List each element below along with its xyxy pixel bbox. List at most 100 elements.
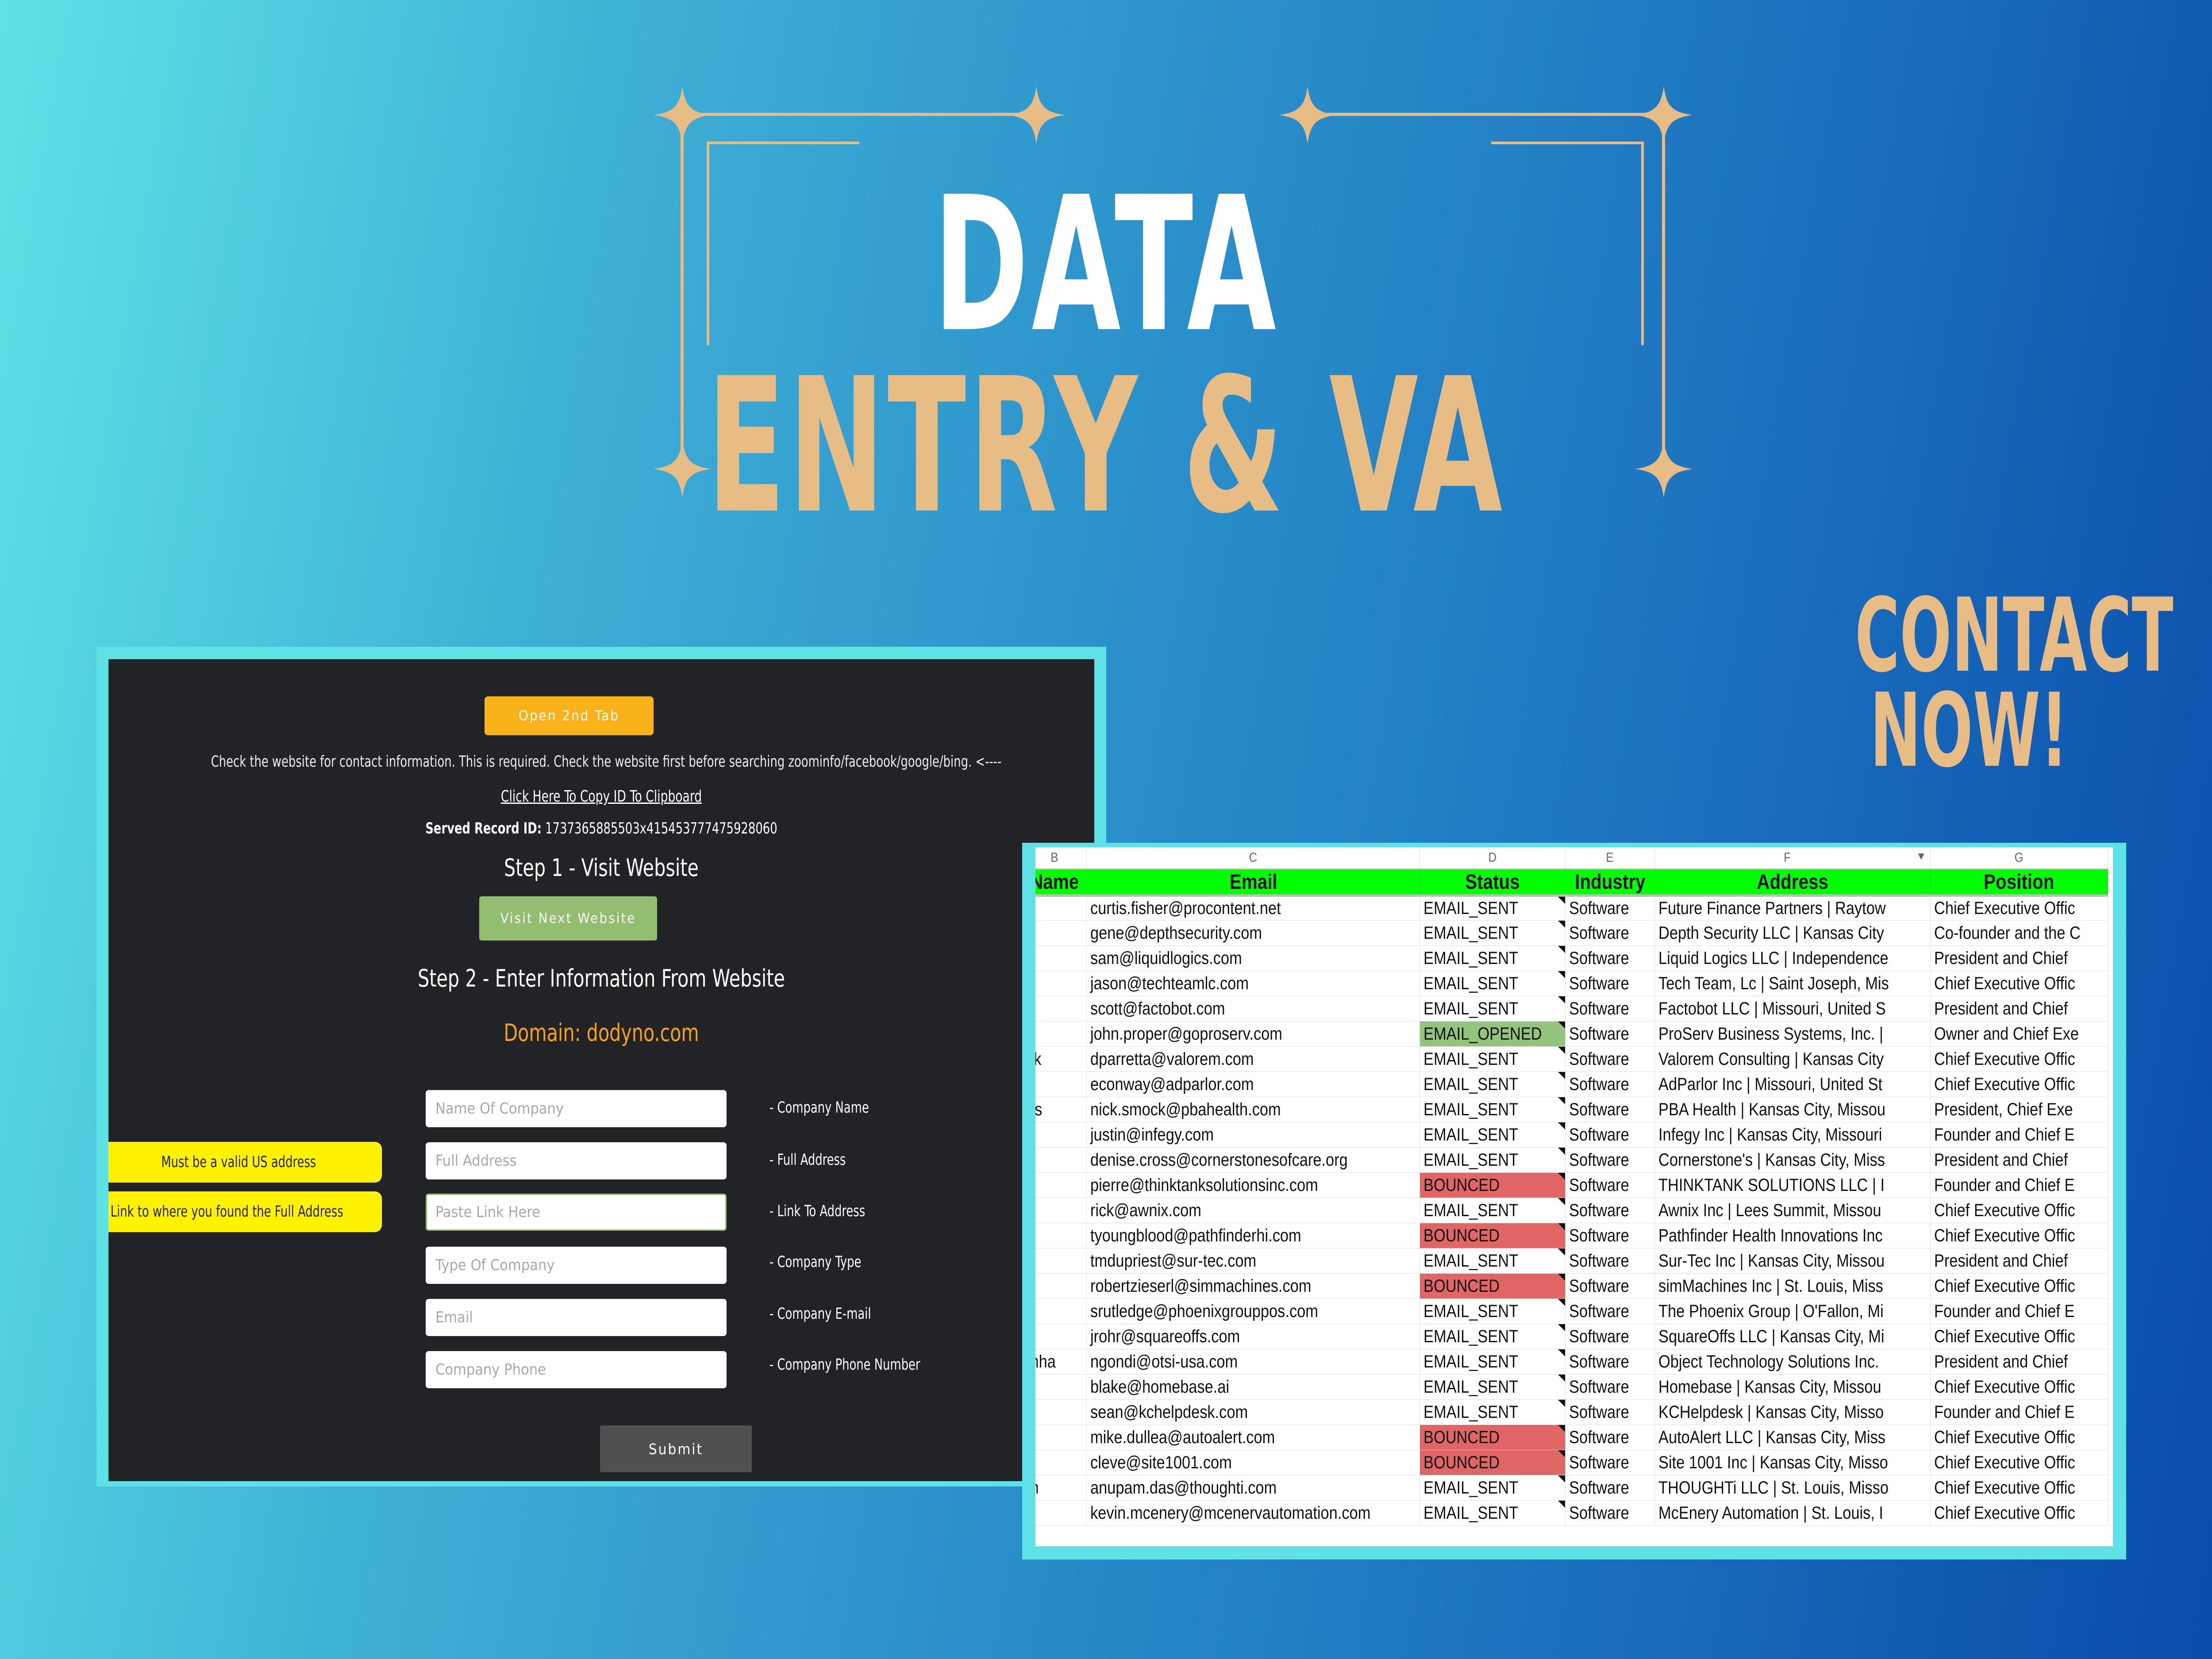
cell-address[interactable]: Infegy Inc | Kansas City, Missouri <box>1654 1122 1931 1148</box>
cell-email[interactable]: scott@factobot.com <box>1086 996 1420 1022</box>
cell-name[interactable] <box>1035 1324 1087 1349</box>
cell-address[interactable]: Future Finance Partners | Raytow <box>1654 895 1931 921</box>
visit-next-website-button[interactable]: Visit Next Website <box>479 896 657 941</box>
cell-status[interactable]: EMAIL_SENT <box>1420 1248 1566 1274</box>
cell-industry[interactable]: Software <box>1565 1273 1655 1299</box>
cell-email[interactable]: jason@techteamlc.com <box>1086 971 1420 996</box>
cell-address[interactable]: KCHelpdesk | Kansas City, Misso <box>1654 1399 1931 1425</box>
cell-address[interactable]: PBA Health | Kansas City, Missou <box>1654 1097 1931 1122</box>
cell-address[interactable]: simMachines Inc | St. Louis, Miss <box>1654 1273 1931 1299</box>
cell-email[interactable]: econway@adparlor.com <box>1086 1071 1420 1097</box>
cell-name[interactable] <box>1035 895 1087 921</box>
cell-industry[interactable]: Software <box>1565 1046 1655 1072</box>
cell-industry[interactable]: Software <box>1565 1071 1655 1097</box>
cell-name[interactable] <box>1035 1071 1087 1097</box>
cell-name[interactable]: as <box>1035 1097 1087 1122</box>
cell-industry[interactable]: Software <box>1565 1198 1655 1223</box>
cell-address[interactable]: Sur-Tec Inc | Kansas City, Missou <box>1654 1248 1931 1274</box>
cell-status[interactable]: EMAIL_SENT <box>1420 1349 1566 1375</box>
cell-address[interactable]: Object Technology Solutions Inc. <box>1654 1349 1931 1375</box>
cell-status[interactable]: BOUNCED <box>1420 1425 1566 1450</box>
cell-position[interactable]: Owner and Chief Exe <box>1930 1021 2108 1047</box>
cell-industry[interactable]: Software <box>1565 1425 1655 1450</box>
cell-industry[interactable]: Software <box>1565 1097 1655 1122</box>
column-letter[interactable]: F ▼ <box>1654 847 1931 869</box>
cell-position[interactable]: President and Chief <box>1930 1248 2108 1274</box>
header-industry[interactable]: Industry <box>1565 868 1655 897</box>
cell-industry[interactable]: Software <box>1565 1248 1655 1274</box>
cell-address[interactable]: McEnery Automation | St. Louis, I <box>1654 1500 1931 1526</box>
cell-position[interactable]: Chief Executive Offic <box>1930 1223 2108 1248</box>
cell-industry[interactable]: Software <box>1565 1399 1655 1425</box>
cell-status[interactable]: EMAIL_SENT <box>1420 945 1566 971</box>
cell-position[interactable]: Chief Executive Offic <box>1930 895 2108 921</box>
cell-address[interactable]: Awnix Inc | Lees Summit, Missou <box>1654 1198 1931 1223</box>
cell-name[interactable] <box>1035 1248 1087 1274</box>
cell-name[interactable] <box>1035 1500 1087 1526</box>
cell-position[interactable]: President, Chief Exe <box>1930 1097 2108 1122</box>
company-email-input[interactable] <box>426 1299 727 1336</box>
cell-name[interactable] <box>1035 920 1087 946</box>
header-status[interactable]: Status <box>1420 868 1566 897</box>
cell-industry[interactable]: Software <box>1565 1349 1655 1375</box>
cell-name[interactable]: mha <box>1035 1349 1087 1375</box>
cell-email[interactable]: justin@infegy.com <box>1086 1122 1420 1148</box>
cell-status[interactable]: BOUNCED <box>1420 1273 1566 1299</box>
cell-position[interactable]: Founder and Chief E <box>1930 1122 2108 1148</box>
cell-email[interactable]: nick.smock@pbahealth.com <box>1086 1097 1420 1122</box>
cell-name[interactable] <box>1035 1450 1087 1475</box>
cell-address[interactable]: SquareOffs LLC | Kansas City, Mi <box>1654 1324 1931 1349</box>
cell-address[interactable]: Tech Team, Lc | Saint Joseph, Mis <box>1654 971 1931 996</box>
cell-status[interactable]: EMAIL_SENT <box>1420 996 1566 1022</box>
cell-position[interactable]: President and Chief <box>1930 945 2108 971</box>
cell-status[interactable]: BOUNCED <box>1420 1172 1566 1198</box>
cell-email[interactable]: cleve@site1001.com <box>1086 1450 1420 1475</box>
header-address[interactable]: Address <box>1654 868 1931 897</box>
cell-industry[interactable]: Software <box>1565 1500 1655 1526</box>
column-letter[interactable]: B <box>1035 847 1087 869</box>
cell-status[interactable]: EMAIL_SENT <box>1420 1097 1566 1122</box>
cell-status[interactable]: EMAIL_SENT <box>1420 971 1566 996</box>
cell-name[interactable] <box>1035 1273 1087 1299</box>
cell-status[interactable]: EMAIL_SENT <box>1420 895 1566 921</box>
cell-industry[interactable]: Software <box>1565 1147 1655 1173</box>
cell-position[interactable]: President and Chief <box>1930 1147 2108 1173</box>
company-type-input[interactable] <box>426 1247 727 1284</box>
link-to-address-input[interactable] <box>426 1194 727 1231</box>
cell-industry[interactable]: Software <box>1565 996 1655 1022</box>
cell-email[interactable]: anupam.das@thoughti.com <box>1086 1475 1420 1501</box>
cell-status[interactable]: EMAIL_SENT <box>1420 1147 1566 1173</box>
filter-dropdown-icon[interactable]: ▼ <box>1916 850 1927 863</box>
cell-status[interactable]: EMAIL_SENT <box>1420 1475 1566 1501</box>
cell-industry[interactable]: Software <box>1565 1298 1655 1324</box>
cell-status[interactable]: BOUNCED <box>1420 1223 1566 1248</box>
cell-industry[interactable]: Software <box>1565 945 1655 971</box>
cell-name[interactable] <box>1035 1021 1087 1047</box>
cell-email[interactable]: blake@homebase.ai <box>1086 1374 1420 1400</box>
cell-position[interactable]: Chief Executive Offic <box>1930 1450 2108 1475</box>
cell-address[interactable]: Factobot LLC | Missouri, United S <box>1654 996 1931 1022</box>
cell-industry[interactable]: Software <box>1565 1122 1655 1148</box>
cell-position[interactable]: President and Chief <box>1930 1349 2108 1375</box>
cell-email[interactable]: kevin.mcenery@mcenervautomation.com <box>1086 1500 1420 1526</box>
cell-position[interactable]: Founder and Chief E <box>1930 1298 2108 1324</box>
cell-email[interactable]: dparretta@valorem.com <box>1086 1046 1420 1072</box>
cell-email[interactable]: jrohr@squareoffs.com <box>1086 1324 1420 1349</box>
column-letter[interactable]: G <box>1930 847 2108 869</box>
cell-position[interactable]: Chief Executive Offic <box>1930 1324 2108 1349</box>
cell-email[interactable]: denise.cross@cornerstonesofcare.org <box>1086 1147 1420 1173</box>
cell-industry[interactable]: Software <box>1565 1475 1655 1501</box>
cell-name[interactable] <box>1035 1172 1087 1198</box>
cell-email[interactable]: curtis.fisher@procontent.net <box>1086 895 1420 921</box>
cell-status[interactable]: EMAIL_SENT <box>1420 1046 1566 1072</box>
cell-status[interactable]: EMAIL_SENT <box>1420 1122 1566 1148</box>
cell-email[interactable]: pierre@thinktanksolutionsinc.com <box>1086 1172 1420 1198</box>
cell-status[interactable]: EMAIL_SENT <box>1420 1374 1566 1400</box>
cell-status[interactable]: EMAIL_SENT <box>1420 1298 1566 1324</box>
cell-name[interactable] <box>1035 1198 1087 1223</box>
full-address-input[interactable] <box>426 1142 727 1179</box>
cell-status[interactable]: EMAIL_SENT <box>1420 920 1566 946</box>
header-email[interactable]: Email <box>1086 868 1420 897</box>
cell-email[interactable]: rick@awnix.com <box>1086 1198 1420 1223</box>
cell-position[interactable]: President and Chief <box>1930 996 2108 1022</box>
